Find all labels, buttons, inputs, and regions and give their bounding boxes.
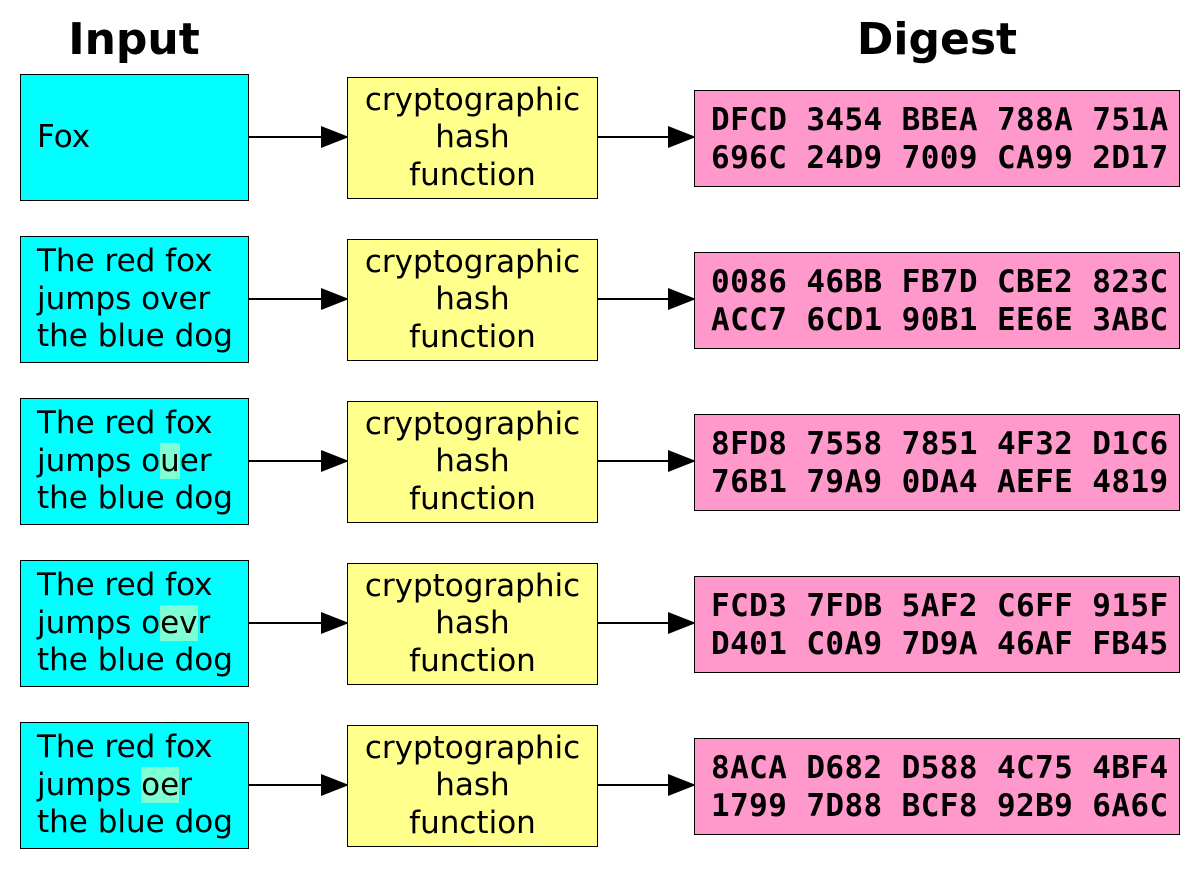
input-text-line: The red fox xyxy=(37,405,248,443)
input-text-line: jumps oer xyxy=(37,766,248,805)
digest-column-header: Digest xyxy=(856,14,1018,65)
input-text-line: jumps ouer xyxy=(37,442,248,481)
digest-box: 0086 46BB FB7D CBE2 823C ACC7 6CD1 90B1 … xyxy=(694,252,1180,349)
input-text-line: The red fox xyxy=(37,243,248,281)
hash-label-line: hash xyxy=(435,281,510,318)
input-text-line: jumps over xyxy=(37,281,248,319)
hash-label-line: cryptographic xyxy=(364,405,581,442)
input-text-segment: the blue dog xyxy=(37,480,233,517)
arrow-input-to-hash xyxy=(249,288,349,310)
input-text-line: jumps oevr xyxy=(37,604,248,643)
input-text-line: the blue dog xyxy=(37,642,248,680)
input-text-segment: jumps xyxy=(37,766,142,803)
hash-label-line: cryptographic xyxy=(364,567,581,604)
digest-line: 1799 7D88 BCF8 92B9 6A6C xyxy=(711,787,1169,824)
arrow-input-to-hash xyxy=(249,774,349,796)
hash-function-box: cryptographic hash function xyxy=(347,401,598,523)
input-text-segment: The red fox xyxy=(37,243,213,280)
input-text-line: the blue dog xyxy=(37,318,248,356)
input-box: The red fox jumps ouer the blue dog xyxy=(20,398,249,525)
input-text-segment: r xyxy=(179,766,192,803)
hash-label-line: hash xyxy=(435,767,510,804)
hash-label-line: hash xyxy=(435,605,510,642)
hash-label-line: cryptographic xyxy=(364,81,581,118)
hash-label-line: function xyxy=(409,480,536,517)
input-text-segment: Fox xyxy=(37,118,91,155)
input-text-segment: The red fox xyxy=(37,567,213,604)
input-text-segment: jumps over xyxy=(37,280,211,317)
hash-function-box: cryptographic hash function xyxy=(347,725,598,847)
arrow-input-to-hash xyxy=(249,450,349,472)
hash-function-box: cryptographic hash function xyxy=(347,77,598,199)
changed-characters-highlight: ev xyxy=(160,604,198,641)
changed-characters-highlight: u xyxy=(160,442,180,479)
digest-line: ACC7 6CD1 90B1 EE6E 3ABC xyxy=(711,301,1169,338)
arrow-input-to-hash xyxy=(249,126,349,148)
arrow-hash-to-digest xyxy=(598,774,696,796)
digest-box: 8ACA D682 D588 4C75 4BF4 1799 7D88 BCF8 … xyxy=(694,738,1180,835)
hash-label-line: cryptographic xyxy=(364,243,581,280)
arrow-hash-to-digest xyxy=(598,288,696,310)
input-box: The red fox jumps oevr the blue dog xyxy=(20,560,249,687)
input-text-segment: the blue dog xyxy=(37,642,233,679)
input-text-segment: the blue dog xyxy=(37,318,233,355)
input-box: The red fox jumps over the blue dog xyxy=(20,236,249,363)
changed-characters-highlight: oe xyxy=(141,766,180,803)
input-text-line: Fox xyxy=(37,119,248,157)
arrow-hash-to-digest xyxy=(598,126,696,148)
input-text-segment: jumps o xyxy=(37,604,161,641)
digest-box: 8FD8 7558 7851 4F32 D1C6 76B1 79A9 0DA4 … xyxy=(694,414,1180,511)
arrow-hash-to-digest xyxy=(598,450,696,472)
digest-line: 696C 24D9 7009 CA99 2D17 xyxy=(711,139,1169,176)
digest-box: DFCD 3454 BBEA 788A 751A 696C 24D9 7009 … xyxy=(694,90,1180,187)
input-column-header: Input xyxy=(68,14,200,65)
arrow-hash-to-digest xyxy=(598,612,696,634)
input-text-segment: r xyxy=(197,604,211,641)
input-text-segment: the blue dog xyxy=(37,804,233,841)
input-text-line: The red fox xyxy=(37,567,248,605)
hash-label-line: function xyxy=(409,318,536,355)
hash-label-line: hash xyxy=(435,443,510,480)
digest-line: 0086 46BB FB7D CBE2 823C xyxy=(711,263,1169,300)
hash-function-box: cryptographic hash function xyxy=(347,563,598,685)
hash-row-3: The red fox jumps ouer the blue dog crypto… xyxy=(0,398,1200,526)
input-text-segment: er xyxy=(179,442,212,479)
digest-line: D401 C0A9 7D9A 46AF FB45 xyxy=(711,625,1169,662)
hash-label-line: function xyxy=(409,642,536,679)
hash-function-box: cryptographic hash function xyxy=(347,239,598,361)
digest-line: 8ACA D682 D588 4C75 4BF4 xyxy=(711,749,1169,786)
digest-line: 8FD8 7558 7851 4F32 D1C6 xyxy=(711,425,1169,462)
hash-row-4: The red fox jumps oevr the blue dog crypto… xyxy=(0,560,1200,688)
digest-line: FCD3 7FDB 5AF2 C6FF 915F xyxy=(711,587,1169,624)
hash-label-line: cryptographic xyxy=(364,729,581,766)
input-text-segment: jumps o xyxy=(37,442,161,479)
hash-label-line: hash xyxy=(435,119,510,156)
input-text-line: The red fox xyxy=(37,729,248,767)
digest-line: DFCD 3454 BBEA 788A 751A xyxy=(711,101,1169,138)
hash-label-line: function xyxy=(409,156,536,193)
hash-label-line: function xyxy=(409,804,536,841)
hash-row-2: The red fox jumps over the blue dog crypto… xyxy=(0,236,1200,364)
hash-row-1: Fox cryptographic hash function DFCD 345… xyxy=(0,74,1200,202)
input-text-segment: The red fox xyxy=(37,729,213,766)
hash-row-5: The red fox jumps oer the blue dog cryptog… xyxy=(0,722,1200,850)
input-text-line: the blue dog xyxy=(37,804,248,842)
arrow-input-to-hash xyxy=(249,612,349,634)
input-box: Fox xyxy=(20,74,249,201)
digest-box: FCD3 7FDB 5AF2 C6FF 915F D401 C0A9 7D9A … xyxy=(694,576,1180,673)
input-text-segment: The red fox xyxy=(37,405,213,442)
digest-line: 76B1 79A9 0DA4 AEFE 4819 xyxy=(711,463,1169,500)
input-text-line: the blue dog xyxy=(37,480,248,518)
input-box: The red fox jumps oer the blue dog xyxy=(20,722,249,849)
